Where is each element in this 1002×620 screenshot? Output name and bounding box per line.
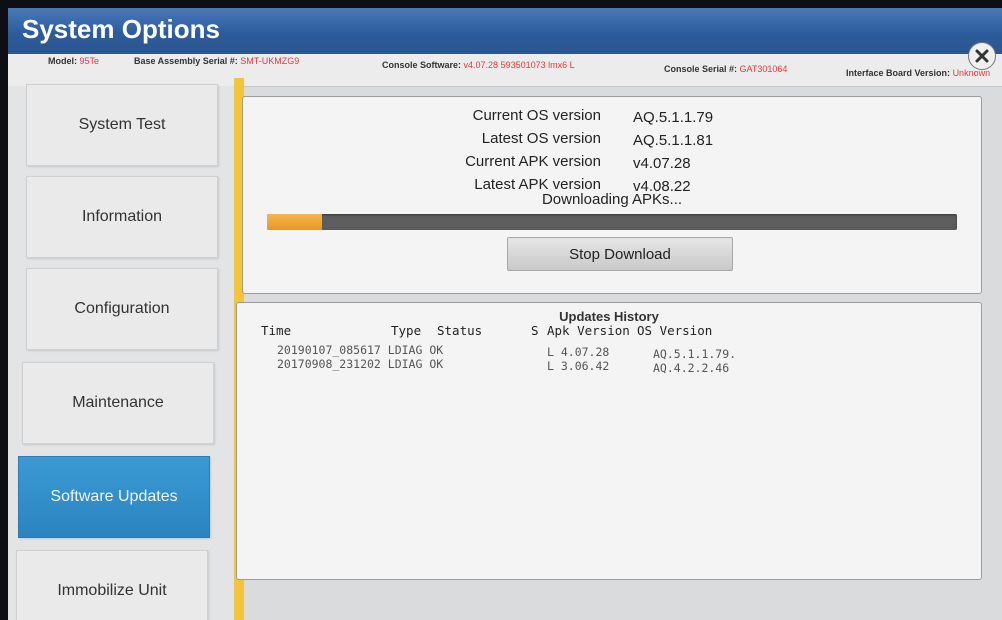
latest-os-value: AQ.5.1.1.81: [633, 132, 714, 149]
console-serial-label: Console Serial #:: [664, 64, 738, 74]
history-col-s: S: [531, 323, 539, 338]
update-status-panel: Current OS version AQ.5.1.1.79 Latest OS…: [242, 96, 982, 294]
history-col-type: Type: [391, 323, 422, 338]
sidebar: [8, 86, 234, 620]
history-row-1-time-type-status: 20190107_085617 LDIAG OK: [277, 343, 444, 357]
device-info-bar: Model: 95Te Base Assembly Serial #: SMT-…: [8, 54, 1002, 87]
current-apk-label: Current APK version: [465, 153, 601, 170]
current-os-label: Current OS version: [472, 107, 601, 124]
interface-board-label: Interface Board Version:: [846, 68, 951, 78]
history-row-1-apk: L 4.07.28: [547, 345, 610, 359]
current-os-value: AQ.5.1.1.79: [633, 109, 714, 126]
current-apk-value: v4.07.28: [633, 155, 691, 172]
sidebar-item-immobilize-unit[interactable]: Immobilize Unit: [16, 550, 208, 620]
page-title: System Options: [22, 14, 220, 44]
sidebar-item-maintenance[interactable]: Maintenance: [22, 362, 214, 444]
console-software-label: Console Software:: [382, 60, 462, 70]
base-serial-value: SMT-UKMZG9: [240, 56, 300, 66]
system-options-screen: System Options Model: 95Te Base Assembly…: [8, 8, 1002, 620]
history-row-1-os: AQ.5.1.1.79.: [653, 347, 737, 361]
console-serial-info: Console Serial #: GAT301064: [664, 64, 787, 74]
close-button[interactable]: [968, 42, 996, 70]
title-bar: System Options: [8, 8, 1002, 54]
history-col-status: Status: [437, 323, 483, 338]
model-value: 95Te: [79, 56, 100, 66]
download-progress-fill: [267, 214, 323, 230]
download-progress-bar: [267, 214, 957, 230]
updates-history-panel: Updates History Time Type Status S Apk V…: [236, 302, 982, 580]
history-col-apk-version: Apk Version: [547, 323, 630, 338]
history-row-2-time-type-status: 20170908_231202 LDIAG OK: [277, 357, 444, 371]
console-software-info: Console Software: v4.07.28 593501073 lmx…: [382, 60, 575, 70]
model-info: Model: 95Te: [48, 56, 99, 66]
stop-download-button[interactable]: Stop Download: [507, 237, 733, 271]
latest-os-label: Latest OS version: [481, 130, 601, 147]
history-col-os-version: OS Version: [637, 323, 713, 338]
history-col-time: Time: [261, 323, 292, 338]
history-row-2-os: AQ.4.2.2.46: [653, 361, 730, 375]
sidebar-item-information[interactable]: Information: [26, 176, 218, 258]
model-label: Model:: [48, 56, 77, 66]
console-serial-value: GAT301064: [739, 64, 788, 74]
console-software-value: v4.07.28 593501073 lmx6 L: [463, 60, 575, 70]
sidebar-item-configuration[interactable]: Configuration: [26, 268, 218, 350]
updates-history-title: Updates History: [559, 309, 659, 324]
sidebar-item-software-updates[interactable]: Software Updates: [18, 456, 210, 538]
download-status-text: Downloading APKs...: [541, 191, 683, 208]
base-serial-info: Base Assembly Serial #: SMT-UKMZG9: [134, 56, 299, 66]
close-icon: [975, 49, 989, 63]
sidebar-item-system-test[interactable]: System Test: [26, 84, 218, 166]
history-row-2-apk: L 3.06.42: [547, 359, 610, 373]
base-serial-label: Base Assembly Serial #:: [134, 56, 238, 66]
